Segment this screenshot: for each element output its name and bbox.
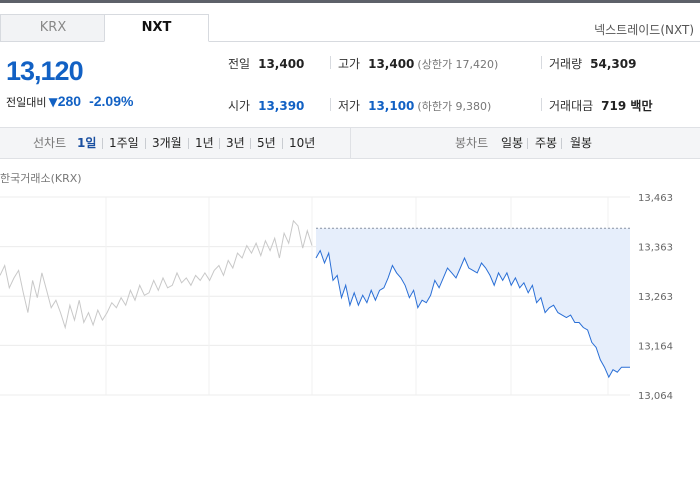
chart-source-label: 한국거래소(KRX) — [0, 172, 82, 185]
separator — [188, 138, 189, 149]
chart-fill-area — [316, 227, 630, 378]
candle-monthly[interactable]: 월봉 — [570, 128, 592, 158]
period-1y[interactable]: 1년 — [195, 128, 214, 158]
stat-prev-close: 전일 13,400 — [228, 55, 304, 72]
krx-series-line — [0, 219, 313, 330]
change-percent: -2.09% — [89, 93, 134, 109]
y-tick-label: 13,463 — [638, 193, 673, 204]
line-chart-label: 선차트 — [33, 136, 67, 150]
bar-divider — [350, 128, 351, 158]
stat-volume: 거래량 54,309 — [549, 55, 636, 72]
price-change: 전일대비 ▼280 -2.09% — [6, 93, 133, 110]
period-1w[interactable]: 1주일 — [109, 128, 139, 158]
tab-nxt[interactable]: NXT — [104, 14, 209, 42]
separator — [145, 138, 146, 149]
current-price: 13,120 — [6, 56, 84, 86]
stat-low: 저가 13,100 (하한가 9,380) — [338, 97, 491, 114]
chart-period-bar: 선차트 1일 1주일 3개월 1년 3년 5년 10년 봉차트 일봉 주봉 월봉 — [0, 127, 700, 159]
period-3y[interactable]: 3년 — [226, 128, 245, 158]
nextrade-link[interactable]: 넥스트레이드(NXT) — [594, 21, 694, 38]
stat-value: 13,100 — [368, 99, 415, 113]
market-tabs: KRX NXT 넥스트레이드(NXT) — [0, 14, 700, 42]
price-chart: 13,463 13,363 13,263 13,164 13,064 — [0, 193, 673, 400]
separator — [282, 138, 283, 149]
divider — [541, 56, 542, 69]
candle-daily[interactable]: 일봉 — [501, 128, 523, 158]
change-label: 전일대비 — [6, 96, 47, 109]
tab-underline — [209, 41, 700, 42]
stat-turnover: 거래대금 719 백만 — [549, 97, 652, 114]
stat-label: 시가 — [228, 99, 251, 113]
y-tick-label: 13,363 — [638, 243, 673, 254]
stat-value: 13,400 — [368, 57, 415, 71]
period-10y[interactable]: 10년 — [289, 128, 315, 158]
y-tick-label: 13,164 — [638, 341, 673, 352]
stat-label: 거래량 — [549, 57, 583, 71]
separator — [250, 138, 251, 149]
upper-limit: (상한가 17,420) — [417, 58, 499, 71]
down-arrow-icon: ▼ — [48, 95, 58, 109]
separator — [102, 138, 103, 149]
separator — [527, 138, 528, 149]
period-5y[interactable]: 5년 — [257, 128, 276, 158]
y-axis: 13,463 13,363 13,263 13,164 13,064 — [638, 193, 673, 400]
tab-krx[interactable]: KRX — [0, 14, 105, 42]
top-border — [0, 0, 700, 3]
period-3m[interactable]: 3개월 — [152, 128, 182, 158]
divider — [330, 56, 331, 69]
y-tick-label: 13,064 — [638, 391, 673, 400]
stat-value: 13,390 — [258, 99, 305, 113]
period-1d[interactable]: 1일 — [77, 128, 96, 158]
stat-high: 고가 13,400 (상한가 17,420) — [338, 55, 498, 72]
stat-label: 전일 — [228, 57, 251, 71]
stat-open: 시가 13,390 — [228, 97, 304, 114]
separator — [561, 138, 562, 149]
nxt-fill — [316, 228, 630, 378]
stat-value: 54,309 — [590, 57, 637, 71]
divider — [541, 98, 542, 111]
stat-value: 719 백만 — [601, 99, 653, 113]
stat-value: 13,400 — [258, 57, 305, 71]
stat-label: 고가 — [338, 57, 361, 71]
stat-label: 저가 — [338, 99, 361, 113]
change-amount: 280 — [57, 93, 82, 109]
separator — [219, 138, 220, 149]
lower-limit: (하한가 9,380) — [417, 100, 492, 113]
y-tick-label: 13,263 — [638, 292, 673, 303]
candle-weekly[interactable]: 주봉 — [535, 128, 557, 158]
candle-chart-label: 봉차트 — [455, 136, 489, 150]
stat-label: 거래대금 — [549, 99, 594, 113]
divider — [330, 98, 331, 111]
